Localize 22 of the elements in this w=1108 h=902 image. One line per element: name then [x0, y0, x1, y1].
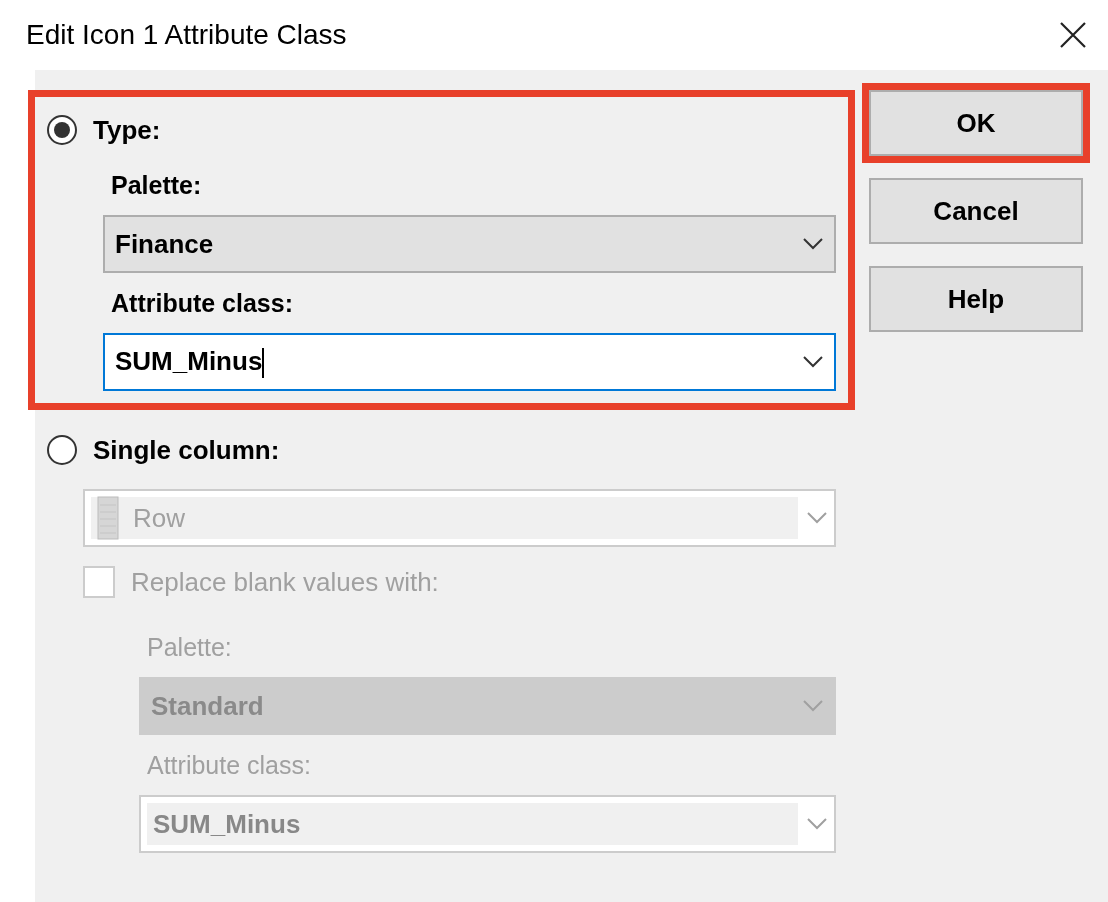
radio-button[interactable] — [47, 115, 77, 145]
caret-icon — [802, 237, 824, 251]
window-title: Edit Icon 1 Attribute Class — [26, 19, 347, 51]
caret-icon — [802, 355, 824, 369]
text-cursor — [262, 348, 265, 379]
option-label: Single column: — [93, 434, 280, 466]
checkbox-label: Replace blank values with: — [131, 566, 439, 598]
dialog-button[interactable]: Help — [869, 266, 1083, 332]
option-label: Type: — [93, 114, 161, 146]
close-icon[interactable] — [1058, 20, 1088, 50]
palette-dropdown[interactable]: Finance — [103, 215, 836, 273]
column-icon — [97, 496, 119, 540]
attribute-class-combo[interactable]: SUM_Minus — [103, 333, 836, 391]
field-label: Attribute class: — [110, 287, 294, 319]
caret-icon — [806, 511, 828, 525]
field-label: Attribute class: — [146, 749, 312, 781]
caret-icon — [806, 817, 828, 831]
dialog-button[interactable]: Cancel — [869, 178, 1083, 244]
field-label: Palette: — [146, 631, 233, 663]
dialog-button[interactable]: OK — [869, 90, 1083, 156]
caret-icon — [802, 699, 824, 713]
field-label: Palette: — [110, 169, 203, 201]
